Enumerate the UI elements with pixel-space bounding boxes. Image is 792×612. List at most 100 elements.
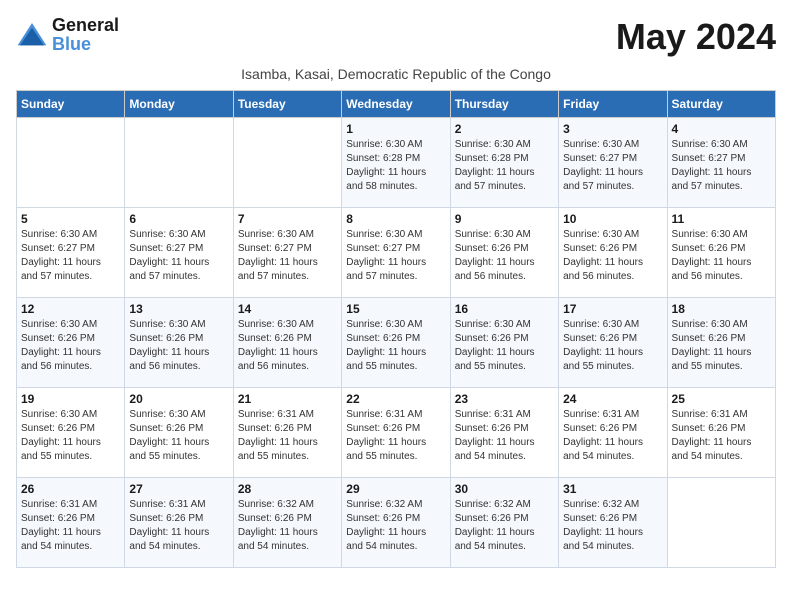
day-info: Sunrise: 6:31 AM Sunset: 6:26 PM Dayligh… <box>346 408 445 464</box>
calendar-cell: 8 Sunrise: 6:30 AM Sunset: 6:27 PM Daylig… <box>342 208 450 298</box>
header-friday: Friday <box>559 91 667 118</box>
day-number: 7 <box>238 212 337 226</box>
calendar-cell: 10 Sunrise: 6:30 AM Sunset: 6:26 PM Dayli… <box>559 208 667 298</box>
day-info: Sunrise: 6:30 AM Sunset: 6:28 PM Dayligh… <box>455 138 554 194</box>
day-info: Sunrise: 6:31 AM Sunset: 6:26 PM Dayligh… <box>238 408 337 464</box>
day-info: Sunrise: 6:30 AM Sunset: 6:26 PM Dayligh… <box>129 408 228 464</box>
day-number: 5 <box>21 212 120 226</box>
day-number: 8 <box>346 212 445 226</box>
day-number: 1 <box>346 122 445 136</box>
calendar-cell: 22 Sunrise: 6:31 AM Sunset: 6:26 PM Dayli… <box>342 388 450 478</box>
logo-blue: Blue <box>52 34 91 54</box>
calendar-header: Sunday Monday Tuesday Wednesday Thursday… <box>17 91 776 118</box>
day-info: Sunrise: 6:32 AM Sunset: 6:26 PM Dayligh… <box>346 498 445 554</box>
calendar-week-2: 5 Sunrise: 6:30 AM Sunset: 6:27 PM Daylig… <box>17 208 776 298</box>
day-info: Sunrise: 6:30 AM Sunset: 6:26 PM Dayligh… <box>346 318 445 374</box>
calendar-cell: 20 Sunrise: 6:30 AM Sunset: 6:26 PM Dayli… <box>125 388 233 478</box>
day-number: 23 <box>455 392 554 406</box>
day-info: Sunrise: 6:30 AM Sunset: 6:26 PM Dayligh… <box>129 318 228 374</box>
day-info: Sunrise: 6:30 AM Sunset: 6:26 PM Dayligh… <box>238 318 337 374</box>
day-number: 4 <box>672 122 771 136</box>
calendar-cell: 19 Sunrise: 6:30 AM Sunset: 6:26 PM Dayli… <box>17 388 125 478</box>
day-info: Sunrise: 6:30 AM Sunset: 6:26 PM Dayligh… <box>455 318 554 374</box>
day-number: 16 <box>455 302 554 316</box>
header-thursday: Thursday <box>450 91 558 118</box>
calendar-cell: 24Sunrise: 6:31 AM Sunset: 6:26 PM Dayli… <box>559 388 667 478</box>
calendar-cell: 6Sunrise: 6:30 AM Sunset: 6:27 PM Daylig… <box>125 208 233 298</box>
day-number: 19 <box>21 392 120 406</box>
location-subtitle: Isamba, Kasai, Democratic Republic of th… <box>16 66 776 82</box>
calendar-cell: 16 Sunrise: 6:30 AM Sunset: 6:26 PM Dayli… <box>450 298 558 388</box>
day-number: 3 <box>563 122 662 136</box>
day-number: 9 <box>455 212 554 226</box>
calendar-cell: 1 Sunrise: 6:30 AM Sunset: 6:28 PM Daylig… <box>342 118 450 208</box>
day-number: 10 <box>563 212 662 226</box>
day-number: 2 <box>455 122 554 136</box>
header-monday: Monday <box>125 91 233 118</box>
day-number: 20 <box>129 392 228 406</box>
day-number: 13 <box>129 302 228 316</box>
calendar-cell: 3 Sunrise: 6:30 AM Sunset: 6:27 PM Daylig… <box>559 118 667 208</box>
day-info: Sunrise: 6:30 AM Sunset: 6:26 PM Dayligh… <box>672 228 771 284</box>
calendar-week-4: 19 Sunrise: 6:30 AM Sunset: 6:26 PM Dayli… <box>17 388 776 478</box>
day-info: Sunrise: 6:30 AM Sunset: 6:26 PM Dayligh… <box>563 228 662 284</box>
day-info: Sunrise: 6:31 AM Sunset: 6:26 PM Dayligh… <box>672 408 771 464</box>
day-info: Sunrise: 6:32 AM Sunset: 6:26 PM Dayligh… <box>563 498 662 554</box>
day-number: 27 <box>129 482 228 496</box>
calendar-cell: 5 Sunrise: 6:30 AM Sunset: 6:27 PM Daylig… <box>17 208 125 298</box>
calendar-week-5: 26 Sunrise: 6:31 AM Sunset: 6:26 PM Dayli… <box>17 478 776 568</box>
day-info: Sunrise: 6:31 AM Sunset: 6:26 PM Dayligh… <box>129 498 228 554</box>
day-number: 25 <box>672 392 771 406</box>
calendar-cell: 12Sunrise: 6:30 AM Sunset: 6:26 PM Dayli… <box>17 298 125 388</box>
day-info: Sunrise: 6:30 AM Sunset: 6:26 PM Dayligh… <box>21 318 120 374</box>
day-info: Sunrise: 6:32 AM Sunset: 6:26 PM Dayligh… <box>238 498 337 554</box>
logo-icon <box>16 21 48 49</box>
title-area: May 2024 <box>616 16 776 58</box>
header-sunday: Sunday <box>17 91 125 118</box>
logo: General Blue <box>16 16 119 54</box>
day-info: Sunrise: 6:30 AM Sunset: 6:28 PM Dayligh… <box>346 138 445 194</box>
calendar-cell: 17 Sunrise: 6:30 AM Sunset: 6:26 PM Dayli… <box>559 298 667 388</box>
day-number: 28 <box>238 482 337 496</box>
calendar-cell: 21Sunrise: 6:31 AM Sunset: 6:26 PM Dayli… <box>233 388 341 478</box>
calendar-cell: 31Sunrise: 6:32 AM Sunset: 6:26 PM Dayli… <box>559 478 667 568</box>
day-info: Sunrise: 6:30 AM Sunset: 6:27 PM Dayligh… <box>672 138 771 194</box>
day-info: Sunrise: 6:30 AM Sunset: 6:27 PM Dayligh… <box>129 228 228 284</box>
day-info: Sunrise: 6:30 AM Sunset: 6:27 PM Dayligh… <box>238 228 337 284</box>
day-info: Sunrise: 6:32 AM Sunset: 6:26 PM Dayligh… <box>455 498 554 554</box>
calendar-week-3: 12Sunrise: 6:30 AM Sunset: 6:26 PM Dayli… <box>17 298 776 388</box>
day-info: Sunrise: 6:30 AM Sunset: 6:26 PM Dayligh… <box>672 318 771 374</box>
calendar-cell: 13 Sunrise: 6:30 AM Sunset: 6:26 PM Dayli… <box>125 298 233 388</box>
calendar-cell <box>125 118 233 208</box>
calendar-cell: 7 Sunrise: 6:30 AM Sunset: 6:27 PM Daylig… <box>233 208 341 298</box>
days-of-week-row: Sunday Monday Tuesday Wednesday Thursday… <box>17 91 776 118</box>
day-info: Sunrise: 6:31 AM Sunset: 6:26 PM Dayligh… <box>21 498 120 554</box>
day-number: 30 <box>455 482 554 496</box>
calendar-cell: 26 Sunrise: 6:31 AM Sunset: 6:26 PM Dayli… <box>17 478 125 568</box>
page-header: General Blue May 2024 <box>16 16 776 58</box>
month-title: May 2024 <box>616 16 776 58</box>
day-info: Sunrise: 6:30 AM Sunset: 6:27 PM Dayligh… <box>563 138 662 194</box>
day-info: Sunrise: 6:30 AM Sunset: 6:26 PM Dayligh… <box>21 408 120 464</box>
day-info: Sunrise: 6:30 AM Sunset: 6:27 PM Dayligh… <box>346 228 445 284</box>
calendar-cell: 18 Sunrise: 6:30 AM Sunset: 6:26 PM Dayli… <box>667 298 775 388</box>
day-number: 26 <box>21 482 120 496</box>
calendar-cell: 30 Sunrise: 6:32 AM Sunset: 6:26 PM Dayli… <box>450 478 558 568</box>
day-number: 17 <box>563 302 662 316</box>
logo-general: General <box>52 15 119 35</box>
calendar-cell: 29Sunrise: 6:32 AM Sunset: 6:26 PM Dayli… <box>342 478 450 568</box>
day-number: 22 <box>346 392 445 406</box>
calendar-cell: 14 Sunrise: 6:30 AM Sunset: 6:26 PM Dayli… <box>233 298 341 388</box>
day-info: Sunrise: 6:30 AM Sunset: 6:27 PM Dayligh… <box>21 228 120 284</box>
day-number: 24 <box>563 392 662 406</box>
day-number: 18 <box>672 302 771 316</box>
header-wednesday: Wednesday <box>342 91 450 118</box>
day-info: Sunrise: 6:30 AM Sunset: 6:26 PM Dayligh… <box>563 318 662 374</box>
day-number: 11 <box>672 212 771 226</box>
calendar-cell <box>667 478 775 568</box>
calendar-cell: 4 Sunrise: 6:30 AM Sunset: 6:27 PM Daylig… <box>667 118 775 208</box>
day-number: 14 <box>238 302 337 316</box>
calendar-cell: 9Sunrise: 6:30 AM Sunset: 6:26 PM Daylig… <box>450 208 558 298</box>
header-saturday: Saturday <box>667 91 775 118</box>
calendar-cell <box>17 118 125 208</box>
